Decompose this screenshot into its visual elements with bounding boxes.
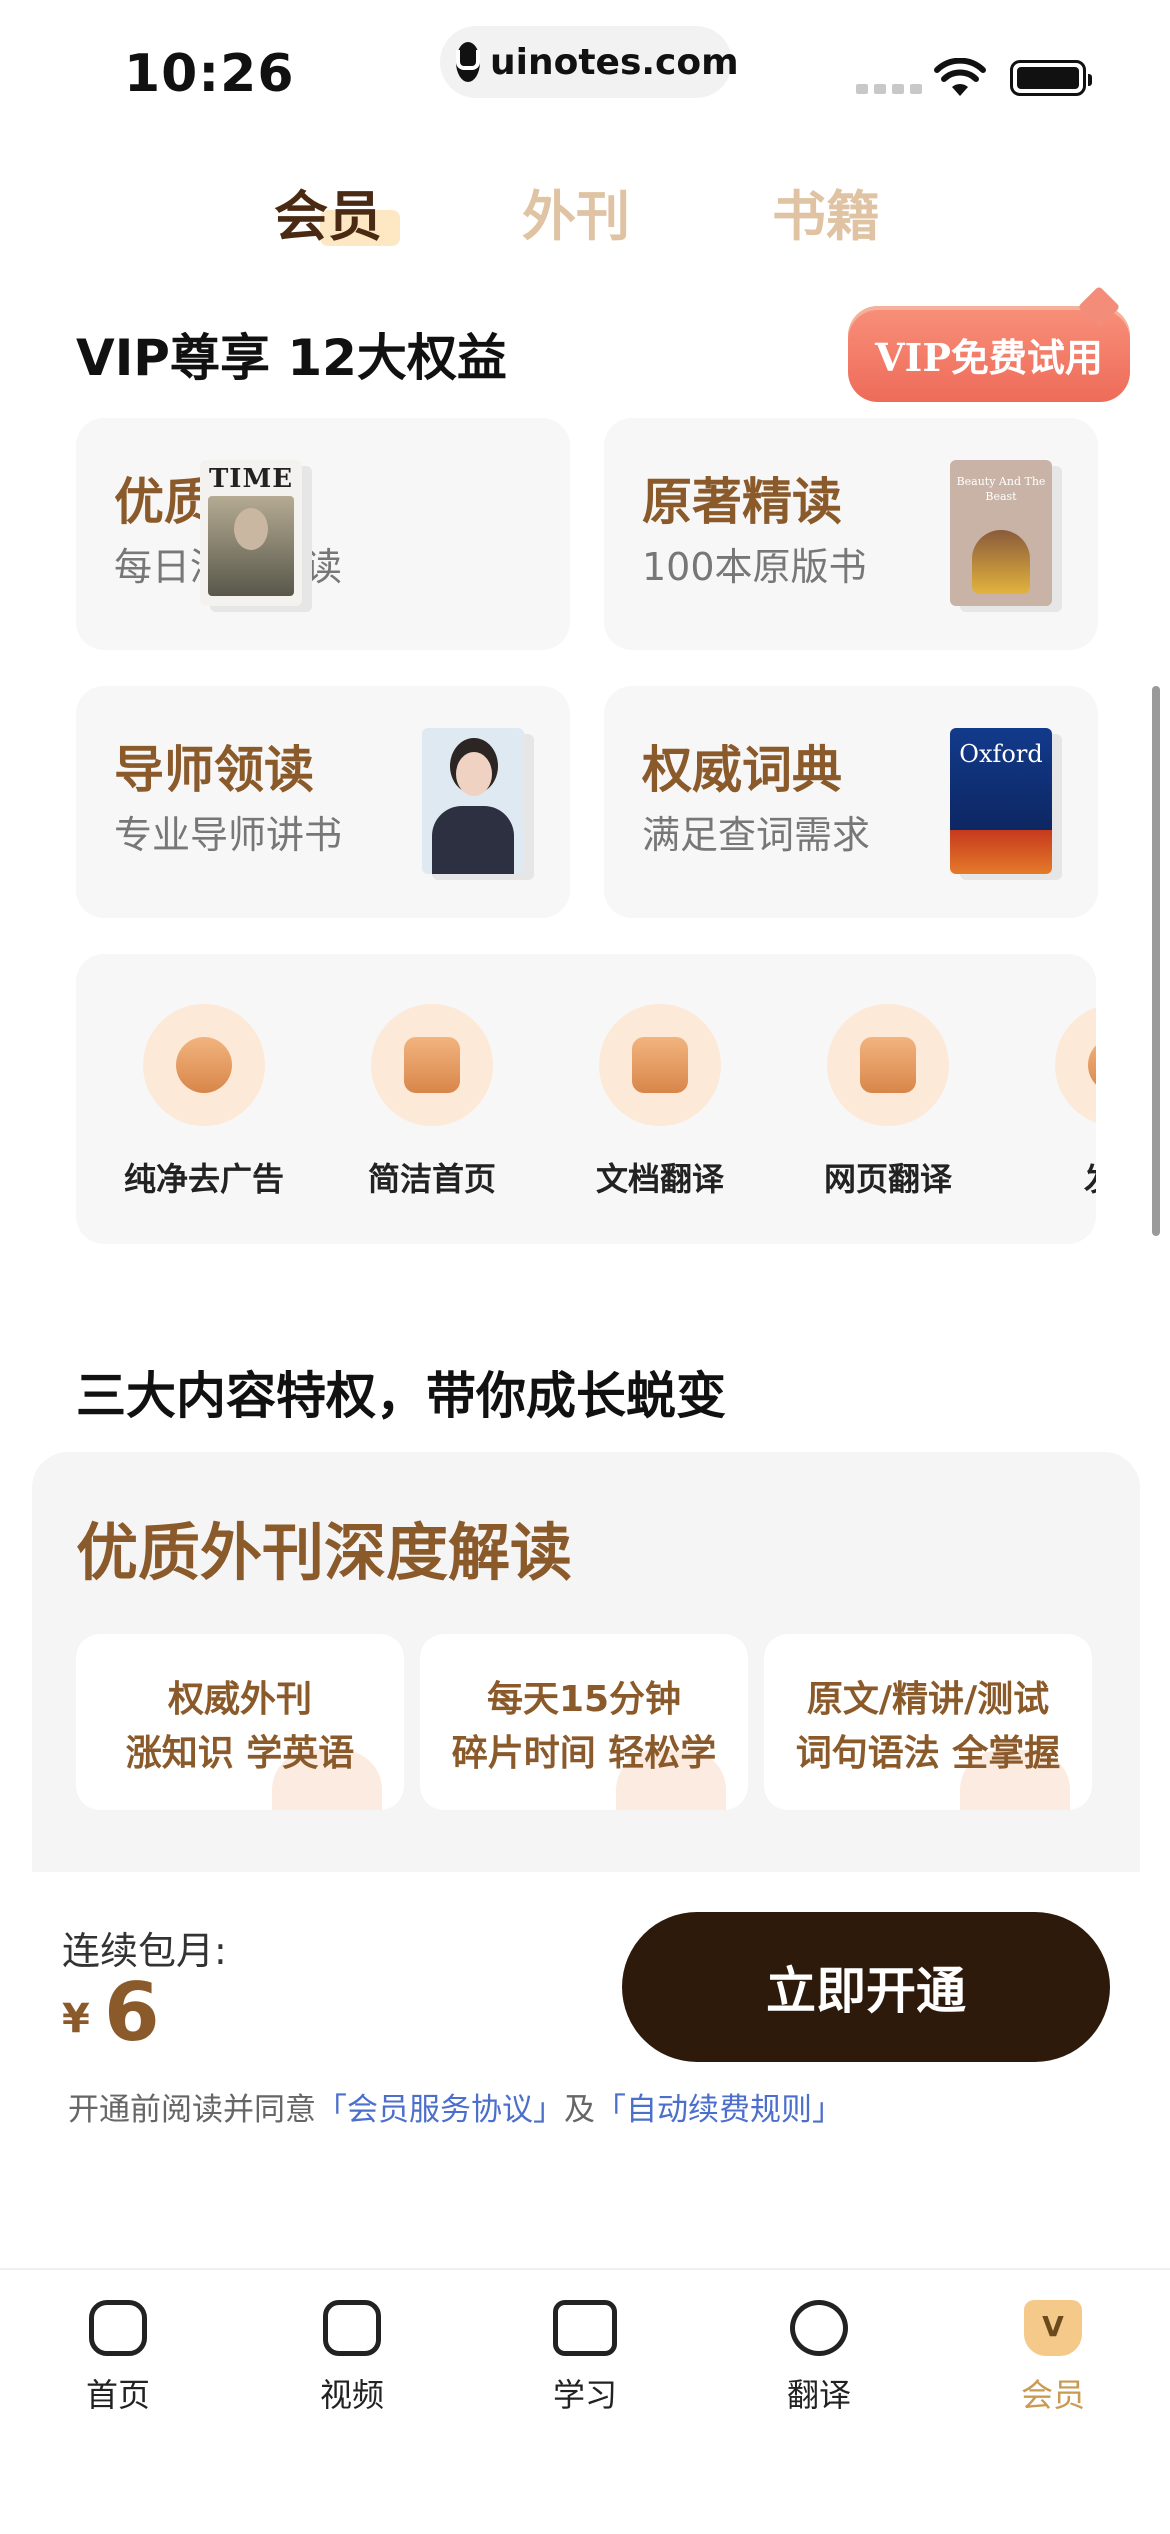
price-value: 6 — [104, 1966, 160, 2059]
translate-icon — [790, 2300, 848, 2356]
cellular-signal-icon — [856, 84, 922, 94]
privilege-line2: 词句语法 全掌握 — [795, 1733, 1061, 1774]
oxford-dictionary-cover: Oxford — [950, 728, 1052, 874]
web-translate-icon — [860, 1037, 916, 1093]
feature-label: 纯净去广告 — [123, 1160, 284, 1198]
agreement-text: 开通前阅读并同意「会员服务协议」及「自动续费规则」 — [68, 2084, 843, 2129]
home-search-icon — [89, 2300, 147, 2356]
card-subtitle: 满足查词需求 — [642, 813, 871, 857]
privilege-line1: 权威外刊 — [167, 1679, 312, 1720]
subscribe-button[interactable]: 立即开通 — [622, 1912, 1110, 2062]
privilege-line1: 每天15分钟 — [486, 1679, 682, 1720]
feature-label: 发音 — [1016, 1154, 1096, 1200]
privilege-item: 每天15分钟 碎片时间 轻松学 — [420, 1634, 748, 1810]
feature-label: 网页翻译 — [823, 1160, 952, 1198]
time-magazine-cover: TIME — [200, 460, 302, 606]
study-icon — [553, 2300, 617, 2356]
nav-translate[interactable]: 翻译 — [739, 2300, 899, 2416]
nav-vip[interactable]: 会员 — [973, 2300, 1133, 2416]
service-agreement-link[interactable]: 「会员服务协议」 — [316, 2092, 564, 2128]
privilege-line2: 涨知识 学英语 — [125, 1733, 355, 1774]
card-title: 导师领读 — [114, 741, 314, 799]
tab-books[interactable]: 书籍 — [772, 172, 880, 251]
cover-title: TIME — [208, 464, 294, 494]
auto-renew-rules-link[interactable]: 「自动续费规则」 — [595, 2092, 843, 2128]
privilege-line2: 碎片时间 轻松学 — [451, 1733, 717, 1774]
nav-label: 学习 — [552, 2376, 617, 2414]
feature-label: 文档翻译 — [595, 1160, 724, 1198]
cover-title: Oxford — [959, 740, 1043, 768]
nav-home[interactable]: 首页 — [38, 2300, 198, 2416]
card-title: 权威词典 — [642, 741, 842, 799]
nav-study[interactable]: 学习 — [505, 2300, 665, 2416]
pronunciation-icon — [1088, 1037, 1096, 1093]
tutor-photo — [422, 728, 524, 874]
bottom-nav: 首页 视频 学习 翻译 会员 — [0, 2268, 1170, 2534]
agreement-prefix: 开通前阅读并同意 — [68, 2092, 316, 2128]
privilege-item: 原文/精讲/测试 词句语法 全掌握 — [764, 1634, 1092, 1810]
card-subtitle: 100本原版书 — [642, 545, 867, 589]
privileges-title: 三大内容特权，带你成长蜕变 — [76, 1367, 726, 1425]
battery-icon — [1010, 60, 1092, 96]
tab-journals[interactable]: 外刊 — [522, 172, 630, 251]
feature-clean-home[interactable]: 简洁首页 — [332, 1004, 532, 1200]
benefits-title: VIP尊享 12大权益 — [76, 329, 507, 387]
privilege-line1: 原文/精讲/测试 — [806, 1679, 1050, 1720]
book-cover: Beauty And The Beast — [950, 460, 1052, 606]
agreement-mid: 及 — [564, 2092, 595, 2128]
privilege-panel-title: 优质外刊深度解读 — [76, 1516, 573, 1589]
vip-trial-badge[interactable]: VIP免费试用 — [848, 306, 1130, 402]
home-clean-icon — [404, 1037, 460, 1093]
benefit-card-journals[interactable]: 优质外刊 每日深度解读 TIME — [76, 418, 570, 650]
url-text: uinotes.com — [490, 41, 739, 83]
nav-video[interactable]: 视频 — [272, 2300, 432, 2416]
scroll-indicator[interactable] — [1152, 686, 1160, 1236]
nav-label: 会员 — [1020, 2376, 1085, 2414]
url-pill[interactable]: uinotes.com — [440, 26, 739, 98]
site-logo-icon — [456, 42, 480, 82]
benefit-card-dictionary[interactable]: 权威词典 满足查词需求 Oxford — [604, 686, 1098, 918]
benefit-card-tutor[interactable]: 导师领读 专业导师讲书 — [76, 686, 570, 918]
video-icon — [323, 2300, 381, 2356]
nav-label: 视频 — [319, 2376, 384, 2414]
document-translate-icon — [632, 1037, 688, 1093]
status-time: 10:26 — [124, 44, 295, 104]
feature-pronunciation[interactable]: 发音 — [1016, 1004, 1096, 1200]
card-title: 原著精读 — [642, 473, 842, 531]
ad-block-icon — [176, 1037, 232, 1093]
feature-doc-translate[interactable]: 文档翻译 — [560, 1004, 760, 1200]
price-currency: ¥ — [62, 1996, 90, 2042]
nav-label: 首页 — [85, 2376, 150, 2414]
vip-crown-icon — [1024, 2300, 1082, 2356]
benefit-card-classics[interactable]: 原著精读 100本原版书 Beauty And The Beast — [604, 418, 1098, 650]
feature-label: 简洁首页 — [367, 1160, 496, 1198]
wifi-icon — [934, 58, 986, 96]
tab-member[interactable]: 会员 — [274, 172, 382, 251]
nav-label: 翻译 — [786, 2376, 851, 2414]
feature-ad-free[interactable]: 纯净去广告 — [104, 1004, 304, 1200]
privilege-item: 权威外刊 涨知识 学英语 — [76, 1634, 404, 1810]
feature-list[interactable]: 纯净去广告 简洁首页 文档翻译 网页翻译 发音 — [76, 954, 1096, 1244]
card-subtitle: 专业导师讲书 — [114, 813, 343, 857]
feature-web-translate[interactable]: 网页翻译 — [788, 1004, 988, 1200]
cover-title: Beauty And The Beast — [956, 475, 1046, 503]
